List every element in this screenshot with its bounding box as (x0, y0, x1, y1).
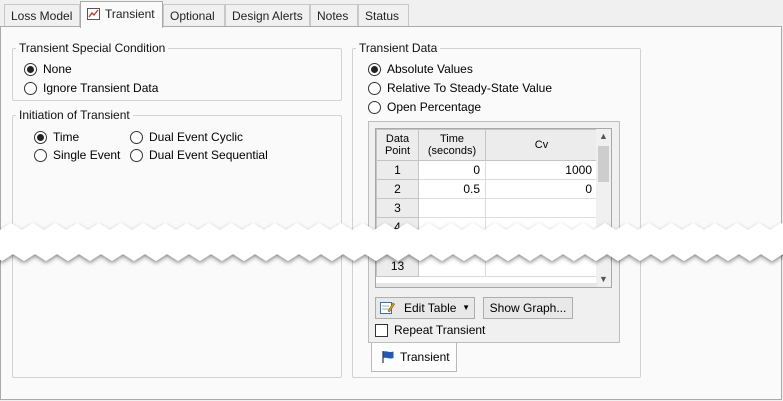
cv-cell[interactable] (485, 198, 598, 218)
dropdown-arrow-icon[interactable]: ▼ (462, 298, 470, 318)
ignore-transient-radio-option[interactable]: Ignore Transient Data (24, 81, 158, 95)
radio-button[interactable] (368, 81, 381, 95)
radio-button[interactable] (24, 81, 37, 95)
edit-table-button[interactable]: Edit Table ▼ (375, 297, 475, 319)
radio-button[interactable] (24, 62, 37, 76)
repeat-transient-checkbox[interactable] (375, 323, 388, 337)
time-cell[interactable] (418, 198, 486, 218)
row-header[interactable]: 2 (376, 179, 419, 199)
transient-subtab[interactable]: Transient (371, 343, 457, 372)
transient-chart-icon (87, 8, 100, 20)
row-header[interactable]: 3 (376, 198, 419, 218)
relative-steady-state-radio-option[interactable]: Relative To Steady-State Value (368, 81, 552, 95)
absolute-values-radio-option[interactable]: Absolute Values (368, 62, 473, 76)
dual-event-sequential-radio-option[interactable]: Dual Event Sequential (130, 148, 268, 162)
dual-event-cyclic-radio-option[interactable]: Dual Event Cyclic (130, 130, 243, 144)
tab-design-alerts[interactable]: Design Alerts (225, 4, 310, 27)
tab-notes[interactable]: Notes (310, 4, 358, 27)
radio-button[interactable] (368, 62, 381, 76)
tab-optional[interactable]: Optional (163, 4, 225, 27)
table-row: 4 (376, 217, 598, 237)
edit-pencil-icon (380, 300, 395, 314)
row-header[interactable]: 4 (376, 217, 419, 237)
tab-loss-model[interactable]: Loss Model (4, 4, 80, 27)
tab-status[interactable]: Status (358, 4, 409, 27)
tab-strip: Loss Model Transient Optional Design Ale… (0, 0, 783, 28)
column-header-time[interactable]: Time (seconds) (418, 129, 486, 161)
table-row: 3 (376, 198, 598, 218)
row-header[interactable]: 1 (376, 160, 419, 180)
cv-cell[interactable]: 0 (485, 179, 598, 199)
table-horizontal-scrollbar[interactable] (376, 283, 597, 287)
row-header[interactable]: 13 (376, 236, 419, 277)
transient-data-table[interactable]: Data Point Time (seconds) Cv 1 0 1000 2 … (375, 128, 612, 288)
table-vertical-scrollbar[interactable]: ▲ ▼ (596, 129, 611, 287)
transient-flag-icon (381, 346, 395, 363)
radio-button[interactable] (368, 100, 381, 114)
cv-cell[interactable] (485, 236, 598, 277)
column-header-cv[interactable]: Cv (485, 129, 598, 161)
none-radio-option[interactable]: None (24, 62, 72, 76)
repeat-transient-checkbox-option[interactable]: Repeat Transient (375, 323, 485, 337)
scroll-up-arrow-icon[interactable]: ▲ (596, 129, 611, 144)
show-graph-button[interactable]: Show Graph... (483, 297, 573, 319)
table-row: 2 0.5 0 (376, 179, 598, 199)
table-row: 1 0 1000 (376, 160, 598, 180)
transient-data-title: Transient Data (359, 41, 438, 55)
single-event-radio-option[interactable]: Single Event (34, 148, 120, 162)
time-cell[interactable] (418, 236, 486, 277)
time-cell[interactable] (418, 217, 486, 237)
cv-cell[interactable]: 1000 (485, 160, 598, 180)
tab-transient[interactable]: Transient (80, 1, 163, 28)
scroll-thumb[interactable] (598, 146, 609, 182)
table-row: 13 (376, 236, 598, 277)
cv-cell[interactable] (485, 217, 598, 237)
time-cell[interactable]: 0 (418, 160, 486, 180)
time-cell[interactable]: 0.5 (418, 179, 486, 199)
time-radio-option[interactable]: Time (34, 130, 79, 144)
column-header-data-point[interactable]: Data Point (376, 129, 419, 161)
radio-button[interactable] (34, 130, 47, 144)
open-percentage-radio-option[interactable]: Open Percentage (368, 100, 481, 114)
scroll-down-arrow-icon[interactable]: ▼ (596, 272, 611, 287)
special-condition-title: Transient Special Condition (19, 41, 166, 55)
radio-button[interactable] (130, 148, 143, 162)
radio-button[interactable] (34, 148, 47, 162)
initiation-title: Initiation of Transient (19, 108, 130, 122)
radio-button[interactable] (130, 130, 143, 144)
